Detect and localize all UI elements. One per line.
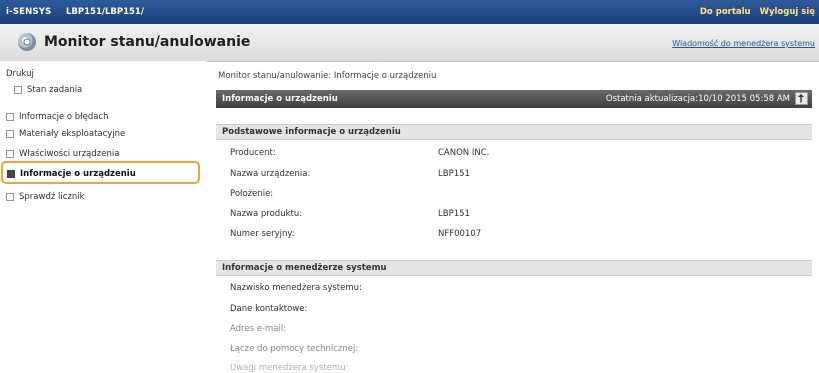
- location-label: Położenie:: [230, 189, 274, 199]
- bullet-icon: [6, 129, 14, 138]
- device-name-label: Nazwa urządzenia:: [230, 169, 311, 179]
- message-to-admin-link[interactable]: Wiadomość do menedżera systemu: [672, 39, 815, 48]
- bullet-icon: [6, 192, 14, 201]
- serial-number-value: NFF00107: [438, 229, 482, 239]
- sidebar-item-label: Informacje o błędach: [19, 112, 109, 122]
- brand-name: i-SENSYS: [6, 7, 52, 17]
- admin-info-section-title: Informacje o menedżerze systemu: [222, 263, 387, 273]
- panel-header: Informacje o urządzeniu Ostatnia aktuali…: [216, 90, 812, 108]
- last-update-label: Ostatnia aktualizacja:: [605, 94, 699, 104]
- bullet-icon: [14, 85, 22, 94]
- status-monitor-icon: [18, 33, 36, 51]
- top-links: Do portalu Wyloguj się: [694, 7, 815, 17]
- sidebar-item-device-info[interactable]: Informacje o urządzeniu: [1, 161, 200, 184]
- support-link-label: Łącze do pomocy technicznej:: [230, 344, 359, 354]
- portal-link[interactable]: Do portalu: [700, 7, 751, 17]
- top-bar: i-SENSYS LBP151/LBP151/ Do portalu Wylog…: [0, 0, 819, 24]
- sidebar-item-consumables[interactable]: Materiały eksploatacyjne: [6, 129, 125, 139]
- device-name-value: LBP151: [438, 169, 470, 179]
- product-name-label: Nazwa produktu:: [230, 209, 303, 219]
- sidebar-item-job-status[interactable]: Stan zadania: [14, 85, 82, 95]
- sidebar-item-label: Stan zadania: [27, 85, 83, 95]
- sidebar-item-device-info-row: Informacje o urządzeniu: [7, 169, 136, 179]
- email-address-label: Adres e-mail:: [230, 324, 287, 334]
- sidebar-item-device-features[interactable]: Właściwości urządzenia: [6, 149, 119, 159]
- basic-info-section-title: Podstawowe informacje o urządzeniu: [222, 127, 401, 137]
- admin-info-section-header: Informacje o menedżerze systemu: [216, 260, 812, 276]
- sidebar-item-label: Materiały eksploatacyjne: [19, 129, 126, 139]
- bullet-icon: [6, 149, 14, 158]
- contact-info-label: Dane kontaktowe:: [230, 304, 308, 314]
- sidebar-item-error-info[interactable]: Informacje o błędach: [6, 112, 109, 122]
- page-title: Monitor stanu/anulowanie: [44, 34, 251, 50]
- sidebar-item-label: Właściwości urządzenia: [19, 149, 120, 159]
- last-update: Ostatnia aktualizacja:10/10 2015 05:58 A…: [606, 94, 790, 104]
- breadcrumb: Monitor stanu/anulowanie: Informacje o u…: [218, 71, 437, 81]
- bullet-icon: [7, 169, 15, 178]
- product-name-value: LBP151: [438, 209, 470, 219]
- sidebar: Drukuj Stan zadania Informacje o błędach…: [0, 61, 206, 373]
- serial-number-label: Numer seryjny:: [230, 229, 295, 239]
- title-bar: Monitor stanu/anulowanie Wiadomość do me…: [0, 24, 819, 62]
- basic-info-section-header: Podstawowe informacje o urządzeniu: [216, 124, 812, 140]
- sidebar-item-label: Informacje o urządzeniu: [20, 169, 136, 179]
- manufacturer-label: Producent:: [230, 148, 276, 158]
- manufacturer-value: CANON INC.: [438, 148, 490, 158]
- bullet-icon: [6, 112, 14, 121]
- panel-title: Informacje o urządzeniu: [222, 94, 338, 104]
- last-update-value: 10/10 2015 05:58 AM: [698, 94, 790, 104]
- refresh-button[interactable]: [795, 92, 808, 105]
- admin-name-label: Nazwisko menedżera systemu:: [230, 283, 362, 293]
- refresh-icon: [798, 94, 804, 103]
- logout-link[interactable]: Wyloguj się: [760, 7, 815, 17]
- sidebar-section-print[interactable]: Drukuj: [6, 69, 34, 79]
- device-model: LBP151/LBP151/: [66, 7, 144, 17]
- main-content: Monitor stanu/anulowanie: Informacje o u…: [206, 61, 819, 373]
- sidebar-item-check-counter[interactable]: Sprawdź licznik: [6, 192, 85, 202]
- sidebar-item-label: Sprawdź licznik: [19, 192, 85, 202]
- admin-notes-label: Uwagi menedżera systemu:: [230, 363, 349, 373]
